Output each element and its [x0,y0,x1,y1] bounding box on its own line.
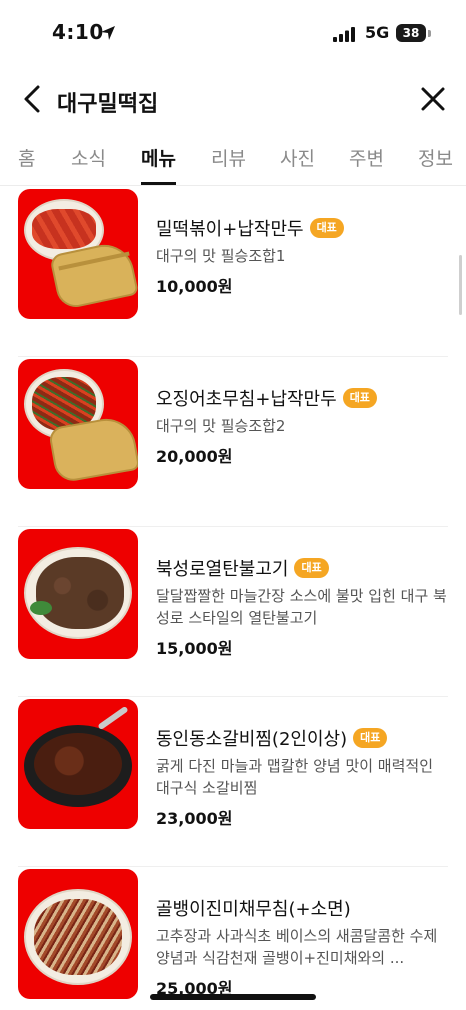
menu-item-name: 밀떡볶이+납작만두 [156,219,304,240]
menu-item[interactable]: 밀떡볶이+납작만두 대표 대구의 맛 필승조합1 10,000원 [0,187,466,357]
network-type: 5G [365,23,390,42]
menu-item-image [18,359,138,489]
signal-icon [333,27,355,42]
menu-item-price: 15,000원 [156,639,233,658]
menu-item-name: 동인동소갈비찜(2인이상) [156,729,348,750]
battery-indicator: 38 [396,24,426,42]
menu-item[interactable]: 골뱅이진미채무침(+소면) 고추장과 사과식초 베이스의 새콤달콤한 수제 양념… [0,867,466,1010]
menu-item-name: 골뱅이진미채무침(+소면) [156,899,351,920]
signature-badge: 대표 [294,558,329,578]
menu-item-price: 23,000원 [156,809,233,828]
tab-photos[interactable]: 사진 [280,144,315,171]
menu-item-description: 대구의 맛 필승조합1 [156,247,286,265]
home-indicator[interactable] [150,994,316,1000]
tab-home[interactable]: 홈 [18,144,35,171]
menu-list: 밀떡볶이+납작만두 대표 대구의 맛 필승조합1 10,000원 오징어초무침+납… [0,187,466,1010]
menu-item-image [18,189,138,319]
menu-item-description: 대구의 맛 필승조합2 [156,417,286,435]
tab-menu[interactable]: 메뉴 [141,144,176,171]
signature-badge: 대표 [342,388,377,408]
menu-item-description: 고추장과 사과식초 베이스의 새콤달콤한 수제 양념과 식감천재 골뱅이+진미채… [156,927,438,967]
menu-item-image [18,699,138,829]
page-title: 대구밀떡집 [57,92,159,117]
tab-bar: 홈 소식 메뉴 리뷰 사진 주변 정보 [0,136,466,186]
menu-item[interactable]: 북성로열탄불고기 대표 달달짭짤한 마늘간장 소스에 불맛 입힌 대구 북성로 스… [0,527,466,697]
chevron-left-icon[interactable] [18,84,48,114]
menu-item[interactable]: 동인동소갈비찜(2인이상) 대표 굵게 다진 마늘과 맵칼한 양념 맛이 매력적인… [0,697,466,867]
menu-item[interactable]: 오징어초무침+납작만두 대표 대구의 맛 필승조합2 20,000원 [0,357,466,527]
menu-item-price: 10,000원 [156,277,233,296]
tab-nearby[interactable]: 주변 [349,144,384,171]
menu-item-price: 20,000원 [156,447,233,466]
signature-badge: 대표 [309,218,344,238]
signature-badge: 대표 [353,728,388,748]
menu-item-image [18,869,138,999]
header: 대구밀떡집 [0,74,466,126]
battery-tip [428,30,431,37]
tab-info[interactable]: 정보 [418,144,453,171]
scrollbar[interactable] [459,255,462,315]
location-arrow-icon [101,26,115,40]
tab-news[interactable]: 소식 [71,144,106,171]
close-icon[interactable] [418,84,448,114]
menu-item-name: 오징어초무침+납작만두 [156,389,337,410]
status-bar: 4:10 5G 38 [0,0,466,66]
menu-item-description: 굵게 다진 마늘과 맵칼한 양념 맛이 매력적인 대구식 소갈비찜 [156,757,434,797]
menu-item-name: 북성로열탄불고기 [156,559,289,580]
status-time: 4:10 [52,20,104,44]
menu-item-image [18,529,138,659]
menu-item-description: 달달짭짤한 마늘간장 소스에 불맛 입힌 대구 북성로 스타일의 열탄불고기 [156,587,447,627]
tab-active-underline [141,182,176,185]
tab-reviews[interactable]: 리뷰 [211,144,246,171]
